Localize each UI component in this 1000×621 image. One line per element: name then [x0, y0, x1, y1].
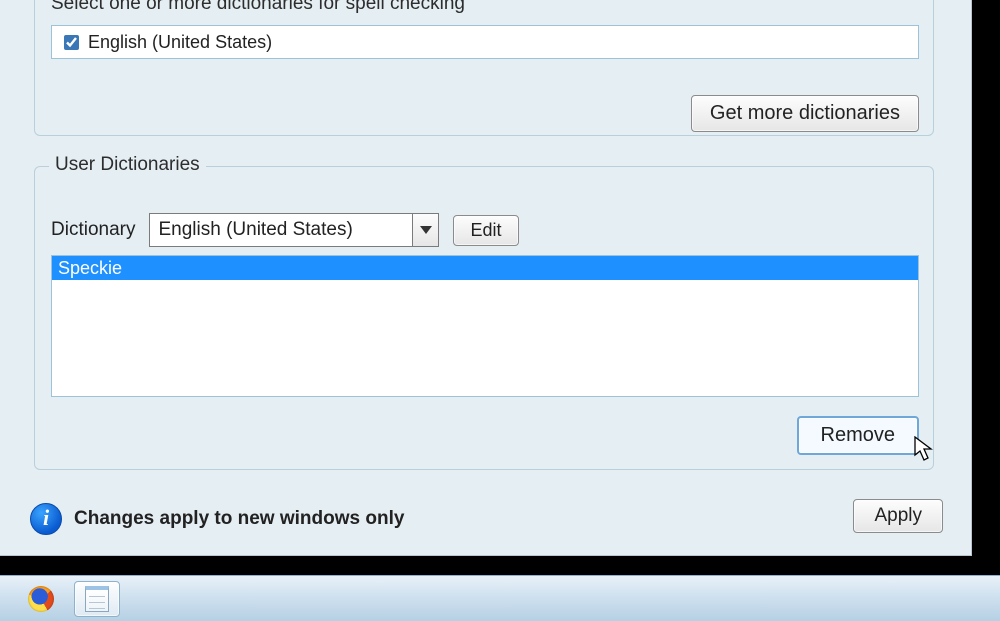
dictionary-select[interactable]: English (United States) — [149, 213, 439, 247]
dictionary-checklist: English (United States) — [51, 25, 919, 59]
chevron-down-icon — [412, 214, 438, 246]
dictionary-checkbox[interactable] — [64, 35, 79, 50]
dictionary-label: English (United States) — [88, 32, 272, 53]
apply-button[interactable]: Apply — [853, 499, 943, 533]
remove-button[interactable]: Remove — [797, 416, 919, 455]
user-dictionaries-groupbox: User Dictionaries Dictionary English (Un… — [34, 166, 934, 470]
taskbar-item-firefox[interactable] — [18, 581, 64, 617]
list-item[interactable]: Speckie — [52, 256, 918, 280]
spellcheck-groupbox: Select one or more dictionaries for spel… — [34, 0, 934, 136]
info-text: Changes apply to new windows only — [74, 508, 404, 530]
dictionary-select-label: Dictionary — [51, 219, 135, 241]
info-icon: i — [30, 503, 62, 535]
notepad-icon — [85, 586, 109, 612]
info-strip: i Changes apply to new windows only — [30, 503, 404, 535]
get-more-dictionaries-button[interactable]: Get more dictionaries — [691, 95, 919, 132]
settings-window: Select one or more dictionaries for spel… — [0, 0, 972, 556]
dictionary-select-value: English (United States) — [150, 219, 412, 241]
taskbar-item-notepad[interactable] — [74, 581, 120, 617]
edit-button[interactable]: Edit — [453, 215, 518, 246]
taskbar — [0, 575, 1000, 621]
user-dictionaries-legend: User Dictionaries — [49, 154, 206, 176]
dictionary-select-row: Dictionary English (United States) Edit — [51, 213, 519, 247]
user-word-list[interactable]: Speckie — [51, 255, 919, 397]
firefox-icon — [28, 586, 54, 612]
spellcheck-instruction: Select one or more dictionaries for spel… — [51, 0, 465, 15]
